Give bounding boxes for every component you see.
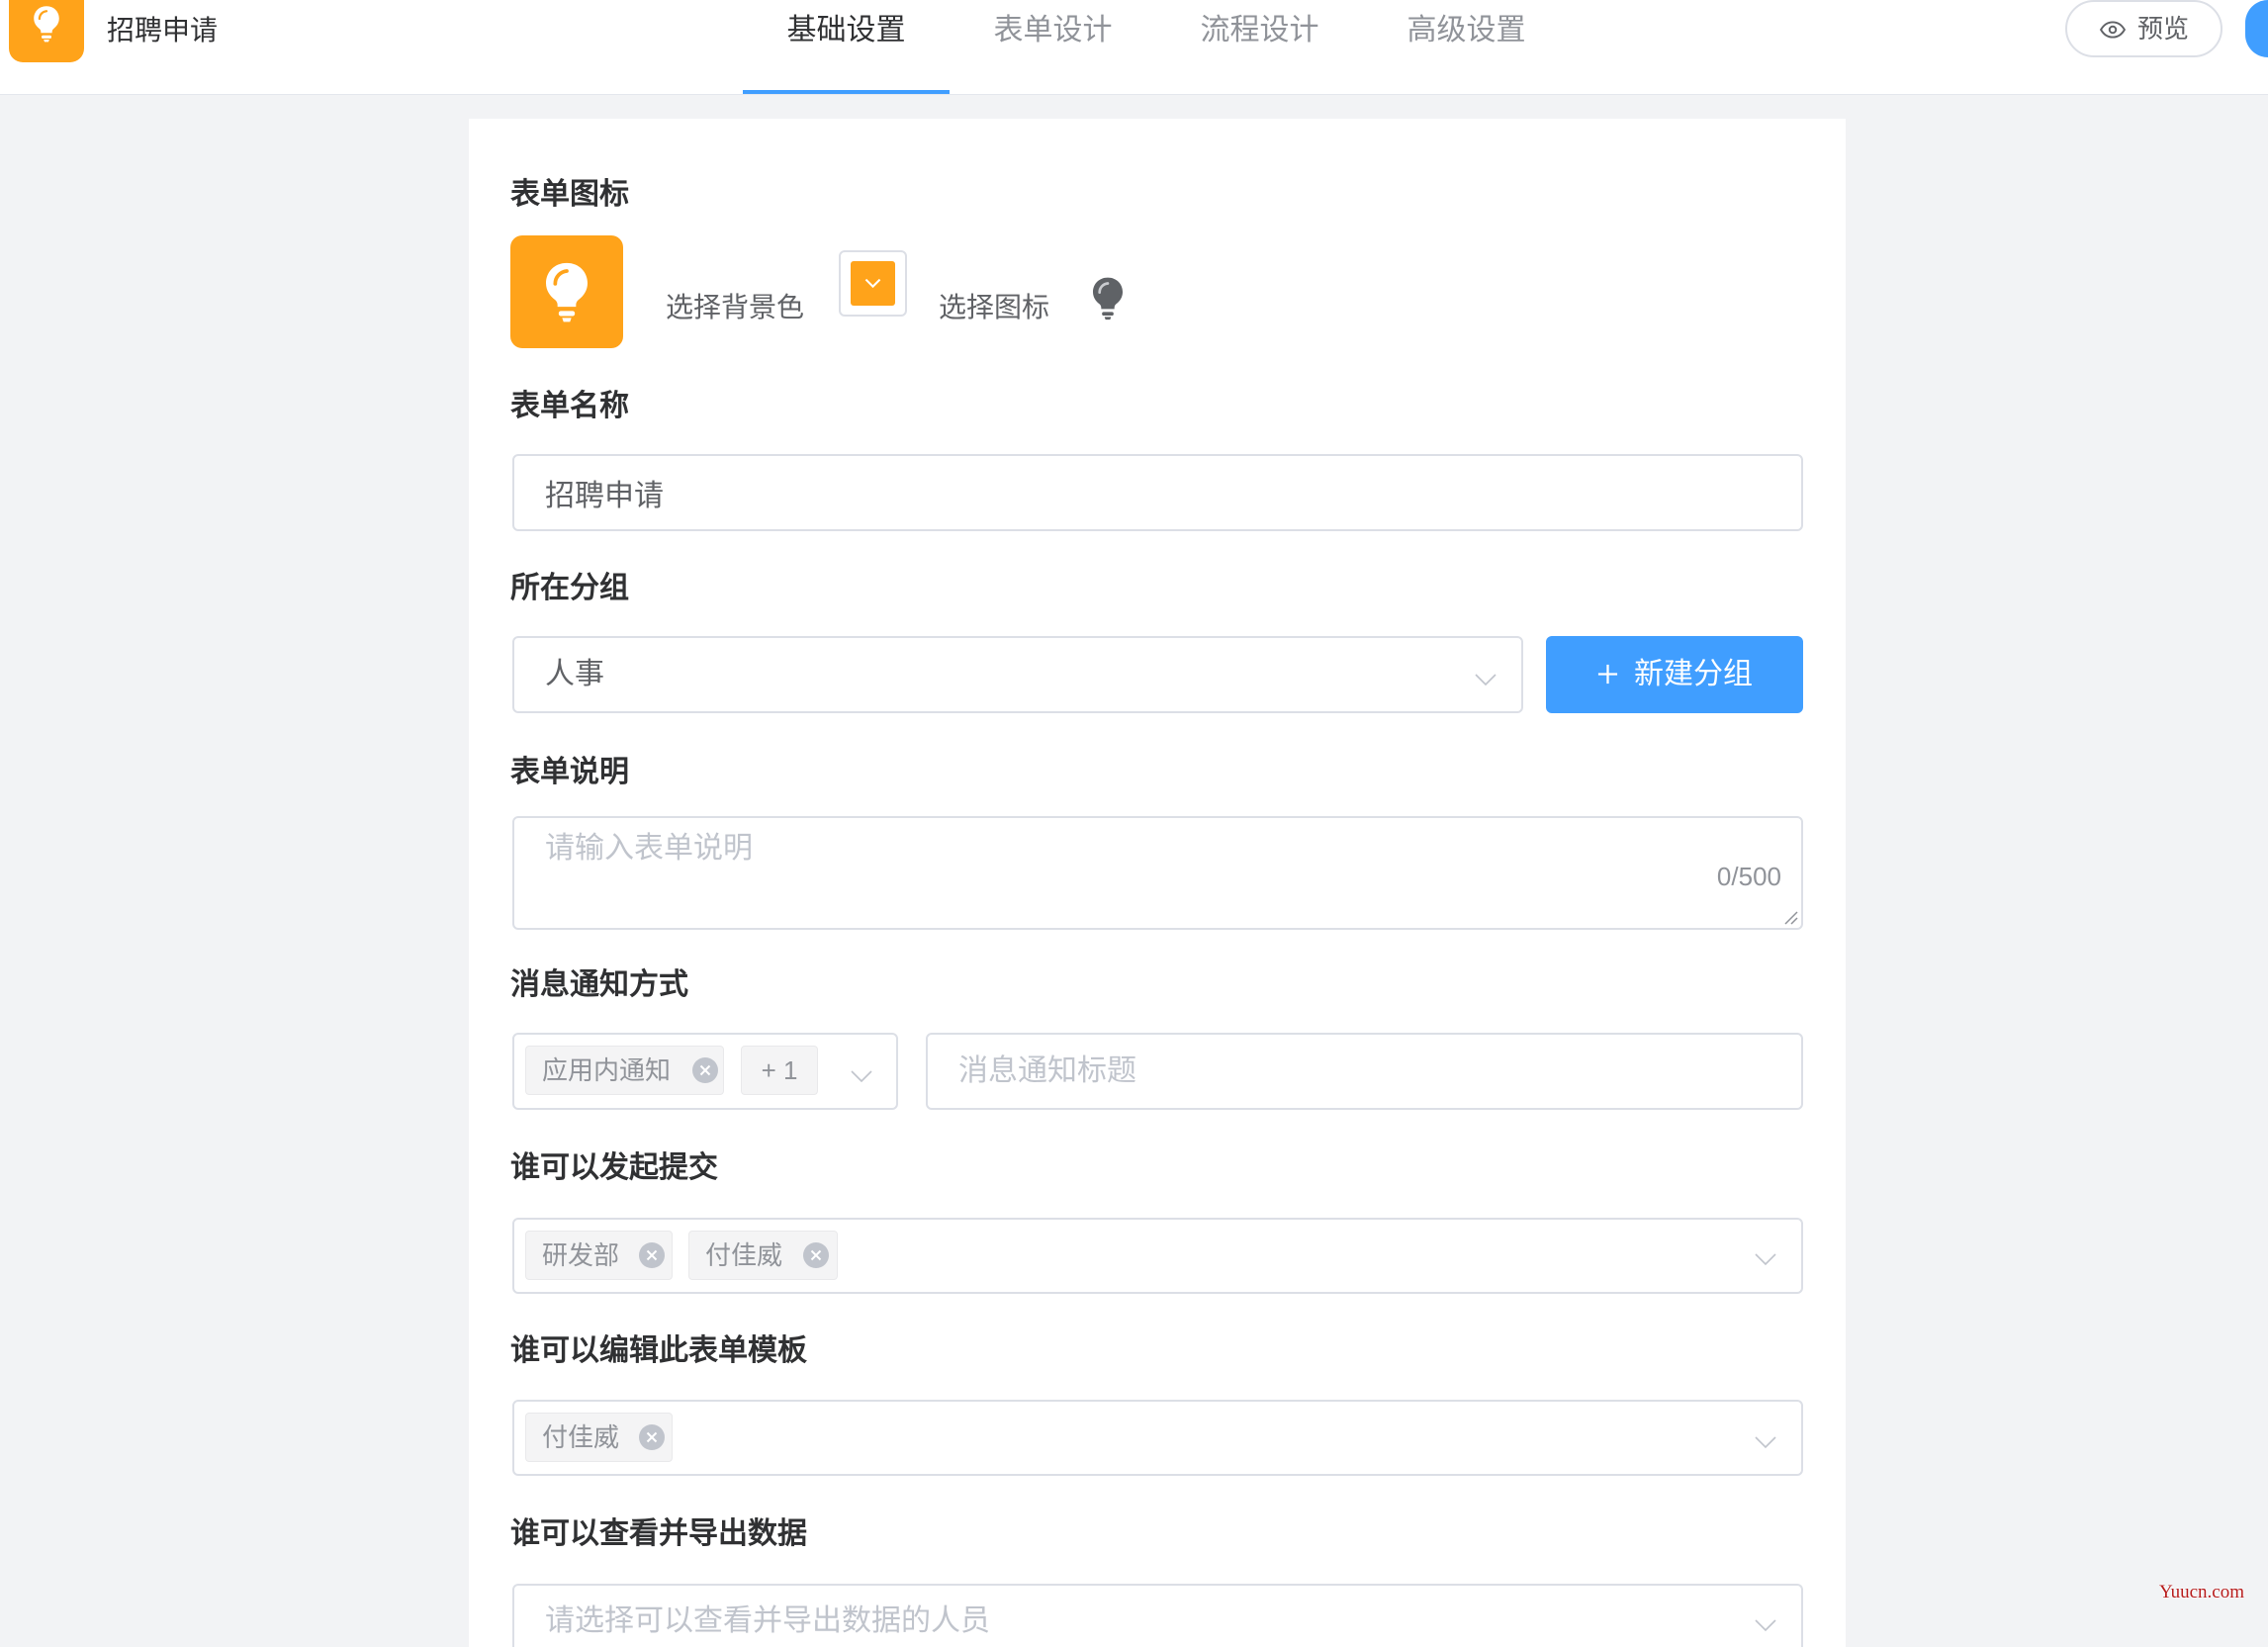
user-avatar[interactable] [2245,0,2268,57]
notification-method-label: 消息通知方式 [510,968,688,1001]
tab-advanced-settings[interactable]: 高级设置 [1363,0,1570,94]
resize-grip [1784,911,1798,925]
bg-color-picker[interactable] [839,250,907,317]
tab-label: 基础设置 [786,14,906,46]
chevron-down-icon [1755,1253,1776,1266]
form-icon-preview [510,235,623,348]
tab-process-design[interactable]: 流程设计 [1156,0,1363,94]
viewers-select[interactable]: 请选择可以查看并导出数据的人员 [512,1584,1803,1647]
close-circle-icon[interactable] [692,1057,718,1083]
tag: 研发部 [525,1231,673,1280]
chevron-down-icon [851,1070,872,1083]
lightbulb-icon [1093,277,1123,320]
description-label: 表单说明 [510,756,629,788]
close-icon [639,1424,665,1450]
select-icon-label: 选择图标 [939,292,1050,322]
select-bg-color-label: 选择背景色 [666,292,805,322]
close-icon [803,1242,829,1268]
app-title: 招聘申请 [107,15,219,46]
resize-handle-icon[interactable] [1780,907,1798,925]
active-tab-indicator [743,90,950,94]
submitters-label: 谁可以发起提交 [510,1151,718,1184]
viewers-label: 谁可以查看并导出数据 [510,1517,807,1550]
tab-label: 流程设计 [1200,14,1319,46]
form-icon-label: 表单图标 [510,178,629,211]
tag-label: 付佳威 [542,1422,620,1452]
tag-label: 研发部 [542,1240,620,1270]
close-icon [639,1242,665,1268]
new-group-label: 新建分组 [1634,658,1753,690]
app-logo [9,0,84,62]
form-name-label: 表单名称 [510,390,629,422]
tab-label: 表单设计 [993,14,1113,46]
viewers-select-placeholder: 请选择可以查看并导出数据的人员 [545,1604,990,1637]
tag: 应用内通知 [525,1046,724,1095]
group-select-value: 人事 [545,658,604,690]
more-count-label: + 1 [761,1055,798,1085]
preview-button[interactable]: 预览 [2065,0,2223,57]
color-swatch [851,261,895,306]
tag-label: 付佳威 [705,1240,783,1270]
chevron-down-icon [1755,1619,1776,1632]
close-icon [692,1057,718,1083]
tab-basic-settings[interactable]: 基础设置 [743,0,950,94]
notification-method-select[interactable]: 应用内通知 + 1 [512,1033,898,1110]
tag-label: 应用内通知 [542,1055,672,1085]
plus-icon [1597,664,1618,685]
top-header: 招聘申请 基础设置 表单设计 流程设计 高级设置 预览 [0,0,2268,95]
new-group-button[interactable]: 新建分组 [1546,636,1803,713]
lightbulb-icon [34,6,59,43]
chevron-down-icon [864,278,881,289]
preview-label: 预览 [2137,14,2190,44]
chevron-down-icon [1475,674,1497,686]
eye-icon [2100,21,2126,39]
editors-label: 谁可以编辑此表单模板 [510,1334,807,1367]
description-textarea[interactable] [512,816,1803,930]
group-label: 所在分组 [510,572,629,604]
close-circle-icon[interactable] [803,1242,829,1268]
description-char-counter: 0/500 [1716,862,1781,891]
editors-select[interactable]: 付佳威 [512,1400,1803,1476]
icon-picker[interactable] [1088,275,1128,321]
group-select[interactable]: 人事 [512,636,1523,713]
close-circle-icon[interactable] [639,1242,665,1268]
tab-label: 高级设置 [1406,14,1526,46]
close-circle-icon[interactable] [639,1424,665,1450]
lightbulb-icon [546,262,588,322]
form-name-input[interactable] [512,454,1803,531]
site-watermark: Yuucn.com [2159,1582,2245,1602]
more-tags-count: + 1 [741,1046,818,1095]
tag: 付佳威 [688,1231,838,1280]
notification-title-input[interactable] [926,1033,1803,1110]
submitters-select[interactable]: 研发部 付佳威 [512,1218,1803,1294]
chevron-down-icon [1755,1436,1776,1449]
tab-form-design[interactable]: 表单设计 [950,0,1156,94]
tag: 付佳威 [525,1413,673,1462]
